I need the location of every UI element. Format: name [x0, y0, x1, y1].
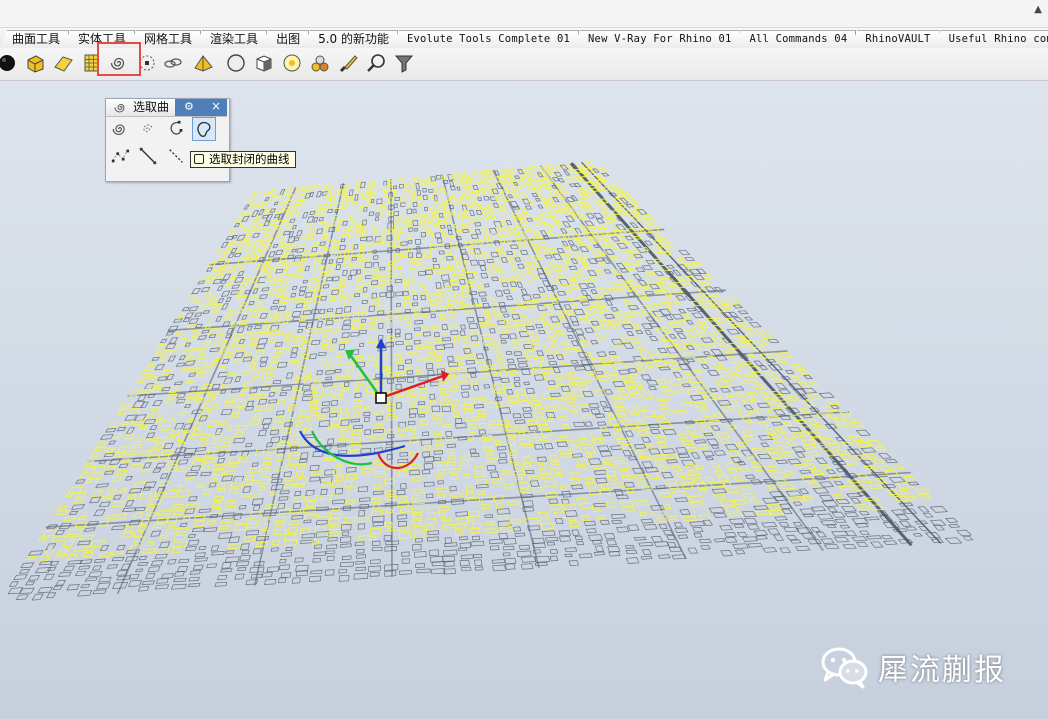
toolbar-tab[interactable]: All Commands 04 [734, 30, 857, 48]
toolbar-tab[interactable]: New V-Ray For Rhino 01 [573, 30, 741, 48]
toolbar-tab[interactable]: RhinoVAULT [850, 30, 940, 48]
select-polyline-points-icon[interactable] [108, 144, 132, 168]
sphere-icon[interactable] [0, 50, 20, 76]
select-dashed-curves-icon[interactable] [136, 117, 160, 141]
spiral-icon [114, 104, 125, 113]
gear-icon[interactable]: ⚙ [184, 100, 194, 113]
tooltip-text: 选取封闭的曲线 [209, 152, 290, 166]
filter-icon[interactable] [391, 50, 417, 76]
tooltip: 选取封闭的曲线 [190, 151, 296, 168]
select-curves-icon[interactable] [108, 117, 132, 141]
select-closed-curves-icon[interactable] [192, 117, 216, 141]
select-open-curves-icon[interactable] [164, 117, 188, 141]
select-line-icon[interactable] [136, 144, 160, 168]
light-icon[interactable] [279, 50, 305, 76]
selected-tool-highlight-box [97, 42, 141, 76]
wechat-watermark: 犀流蒯报 [820, 643, 1006, 691]
materials-icon[interactable] [307, 50, 333, 76]
main-icon-toolbar [0, 48, 1048, 81]
toolbar-tab[interactable]: 5.0 的新功能 [303, 30, 398, 48]
window-top-strip: ▲ [0, 0, 1048, 28]
scroll-up-arrow-icon[interactable]: ▲ [1034, 4, 1042, 15]
cube-icon[interactable] [251, 50, 277, 76]
toolbar-tab[interactable]: Useful Rhino command [933, 30, 1048, 48]
chain-link-icon[interactable] [160, 50, 186, 76]
watermark-text: 犀流蒯报 [878, 653, 1006, 688]
toolbar-tab[interactable]: 渲染工具 [195, 30, 268, 48]
gizmo-center-handle[interactable] [375, 392, 387, 404]
y-rotation-arc[interactable] [310, 430, 373, 466]
tooltip-command-icon [194, 154, 204, 164]
panel-title: 选取曲 [133, 100, 170, 114]
map-building-outlines [7, 161, 974, 601]
toolbar-tab[interactable]: 出图 [261, 30, 310, 48]
zoom-icon[interactable] [363, 50, 389, 76]
toolbar-tab-bar: 曲面工具 实体工具 网格工具 渲染工具 出图 5.0 的新功能 Evolute Tools … [0, 28, 1048, 49]
toolbar-tab[interactable]: 曲面工具 [0, 30, 70, 48]
close-icon[interactable]: × [211, 99, 221, 113]
box-icon[interactable] [22, 50, 48, 76]
panel-header-controls: ⚙ × [175, 99, 227, 116]
select-curves-panel: 选取曲 ⚙ × [105, 98, 230, 182]
wechat-icon [821, 647, 868, 689]
toolbar-tab[interactable]: Evolute Tools Complete 01 [391, 30, 580, 48]
panel-header[interactable]: 选取曲 ⚙ × [106, 99, 227, 117]
prism-icon[interactable] [190, 50, 216, 76]
plane-icon[interactable] [50, 50, 76, 76]
circle-icon[interactable] [223, 50, 249, 76]
brush-icon[interactable] [335, 50, 361, 76]
select-dashed-line-icon[interactable] [164, 144, 188, 168]
